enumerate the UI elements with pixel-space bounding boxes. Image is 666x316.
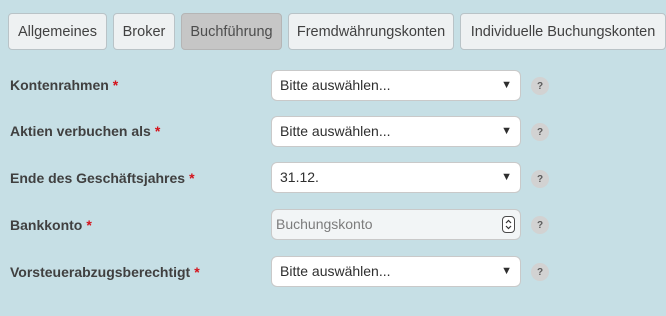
kontenrahmen-select[interactable]: Bitte auswählen... ▼ [271,70,521,101]
tab-individuelle-buchungskonten[interactable]: Individuelle Buchungskonten [460,13,666,50]
help-icon[interactable]: ? [531,263,549,281]
stepper-arrows-icon [505,219,512,230]
kontenrahmen-label: Kontenrahmen * [10,75,118,95]
vorsteuer-select-value: Bitte auswählen... [280,263,391,279]
aktien-verbuchen-label-text: Aktien verbuchen als [10,123,151,139]
chevron-down-icon: ▼ [501,171,512,183]
aktien-verbuchen-label: Aktien verbuchen als * [10,121,160,141]
tab-fremdwaehrungskonten[interactable]: Fremdwährungskonten [288,13,454,50]
vorsteuer-label-text: Vorsteuerabzugsberechtigt [10,264,191,280]
required-marker: * [189,170,195,186]
help-icon[interactable]: ? [531,77,549,95]
chevron-down-icon: ▼ [501,265,512,277]
geschaeftsjahr-ende-label: Ende des Geschäftsjahres * [10,168,195,188]
bankkonto-placeholder: Buchungskonto [276,216,373,232]
chevron-down-icon: ▼ [501,125,512,137]
tab-allgemeines[interactable]: Allgemeines [8,13,107,50]
required-marker: * [194,264,200,280]
geschaeftsjahr-ende-select-value: 31.12. [280,169,319,185]
geschaeftsjahr-ende-select[interactable]: 31.12. ▼ [271,162,521,193]
vorsteuer-label: Vorsteuerabzugsberechtigt * [10,262,200,282]
required-marker: * [154,123,161,139]
help-icon[interactable]: ? [531,123,549,141]
tab-buchfuehrung[interactable]: Buchführung [181,13,282,50]
kontenrahmen-label-text: Kontenrahmen [10,77,109,93]
settings-page: Allgemeines Broker Buchführung Fremdwähr… [0,0,666,316]
chevron-down-icon: ▼ [501,79,512,91]
kontenrahmen-select-value: Bitte auswählen... [280,77,391,93]
bankkonto-label-text: Bankkonto [10,217,83,233]
required-marker: * [112,77,119,93]
help-icon[interactable]: ? [531,216,549,234]
number-stepper[interactable] [502,216,515,233]
tab-broker[interactable]: Broker [113,13,175,50]
aktien-verbuchen-select-value: Bitte auswählen... [280,123,391,139]
required-marker: * [86,217,92,233]
aktien-verbuchen-select[interactable]: Bitte auswählen... ▼ [271,116,521,147]
bankkonto-input[interactable]: Buchungskonto [271,209,521,240]
geschaeftsjahr-ende-label-text: Ende des Geschäftsjahres [10,170,186,186]
bankkonto-label: Bankkonto * [10,215,92,235]
help-icon[interactable]: ? [531,170,549,188]
vorsteuer-select[interactable]: Bitte auswählen... ▼ [271,256,521,287]
